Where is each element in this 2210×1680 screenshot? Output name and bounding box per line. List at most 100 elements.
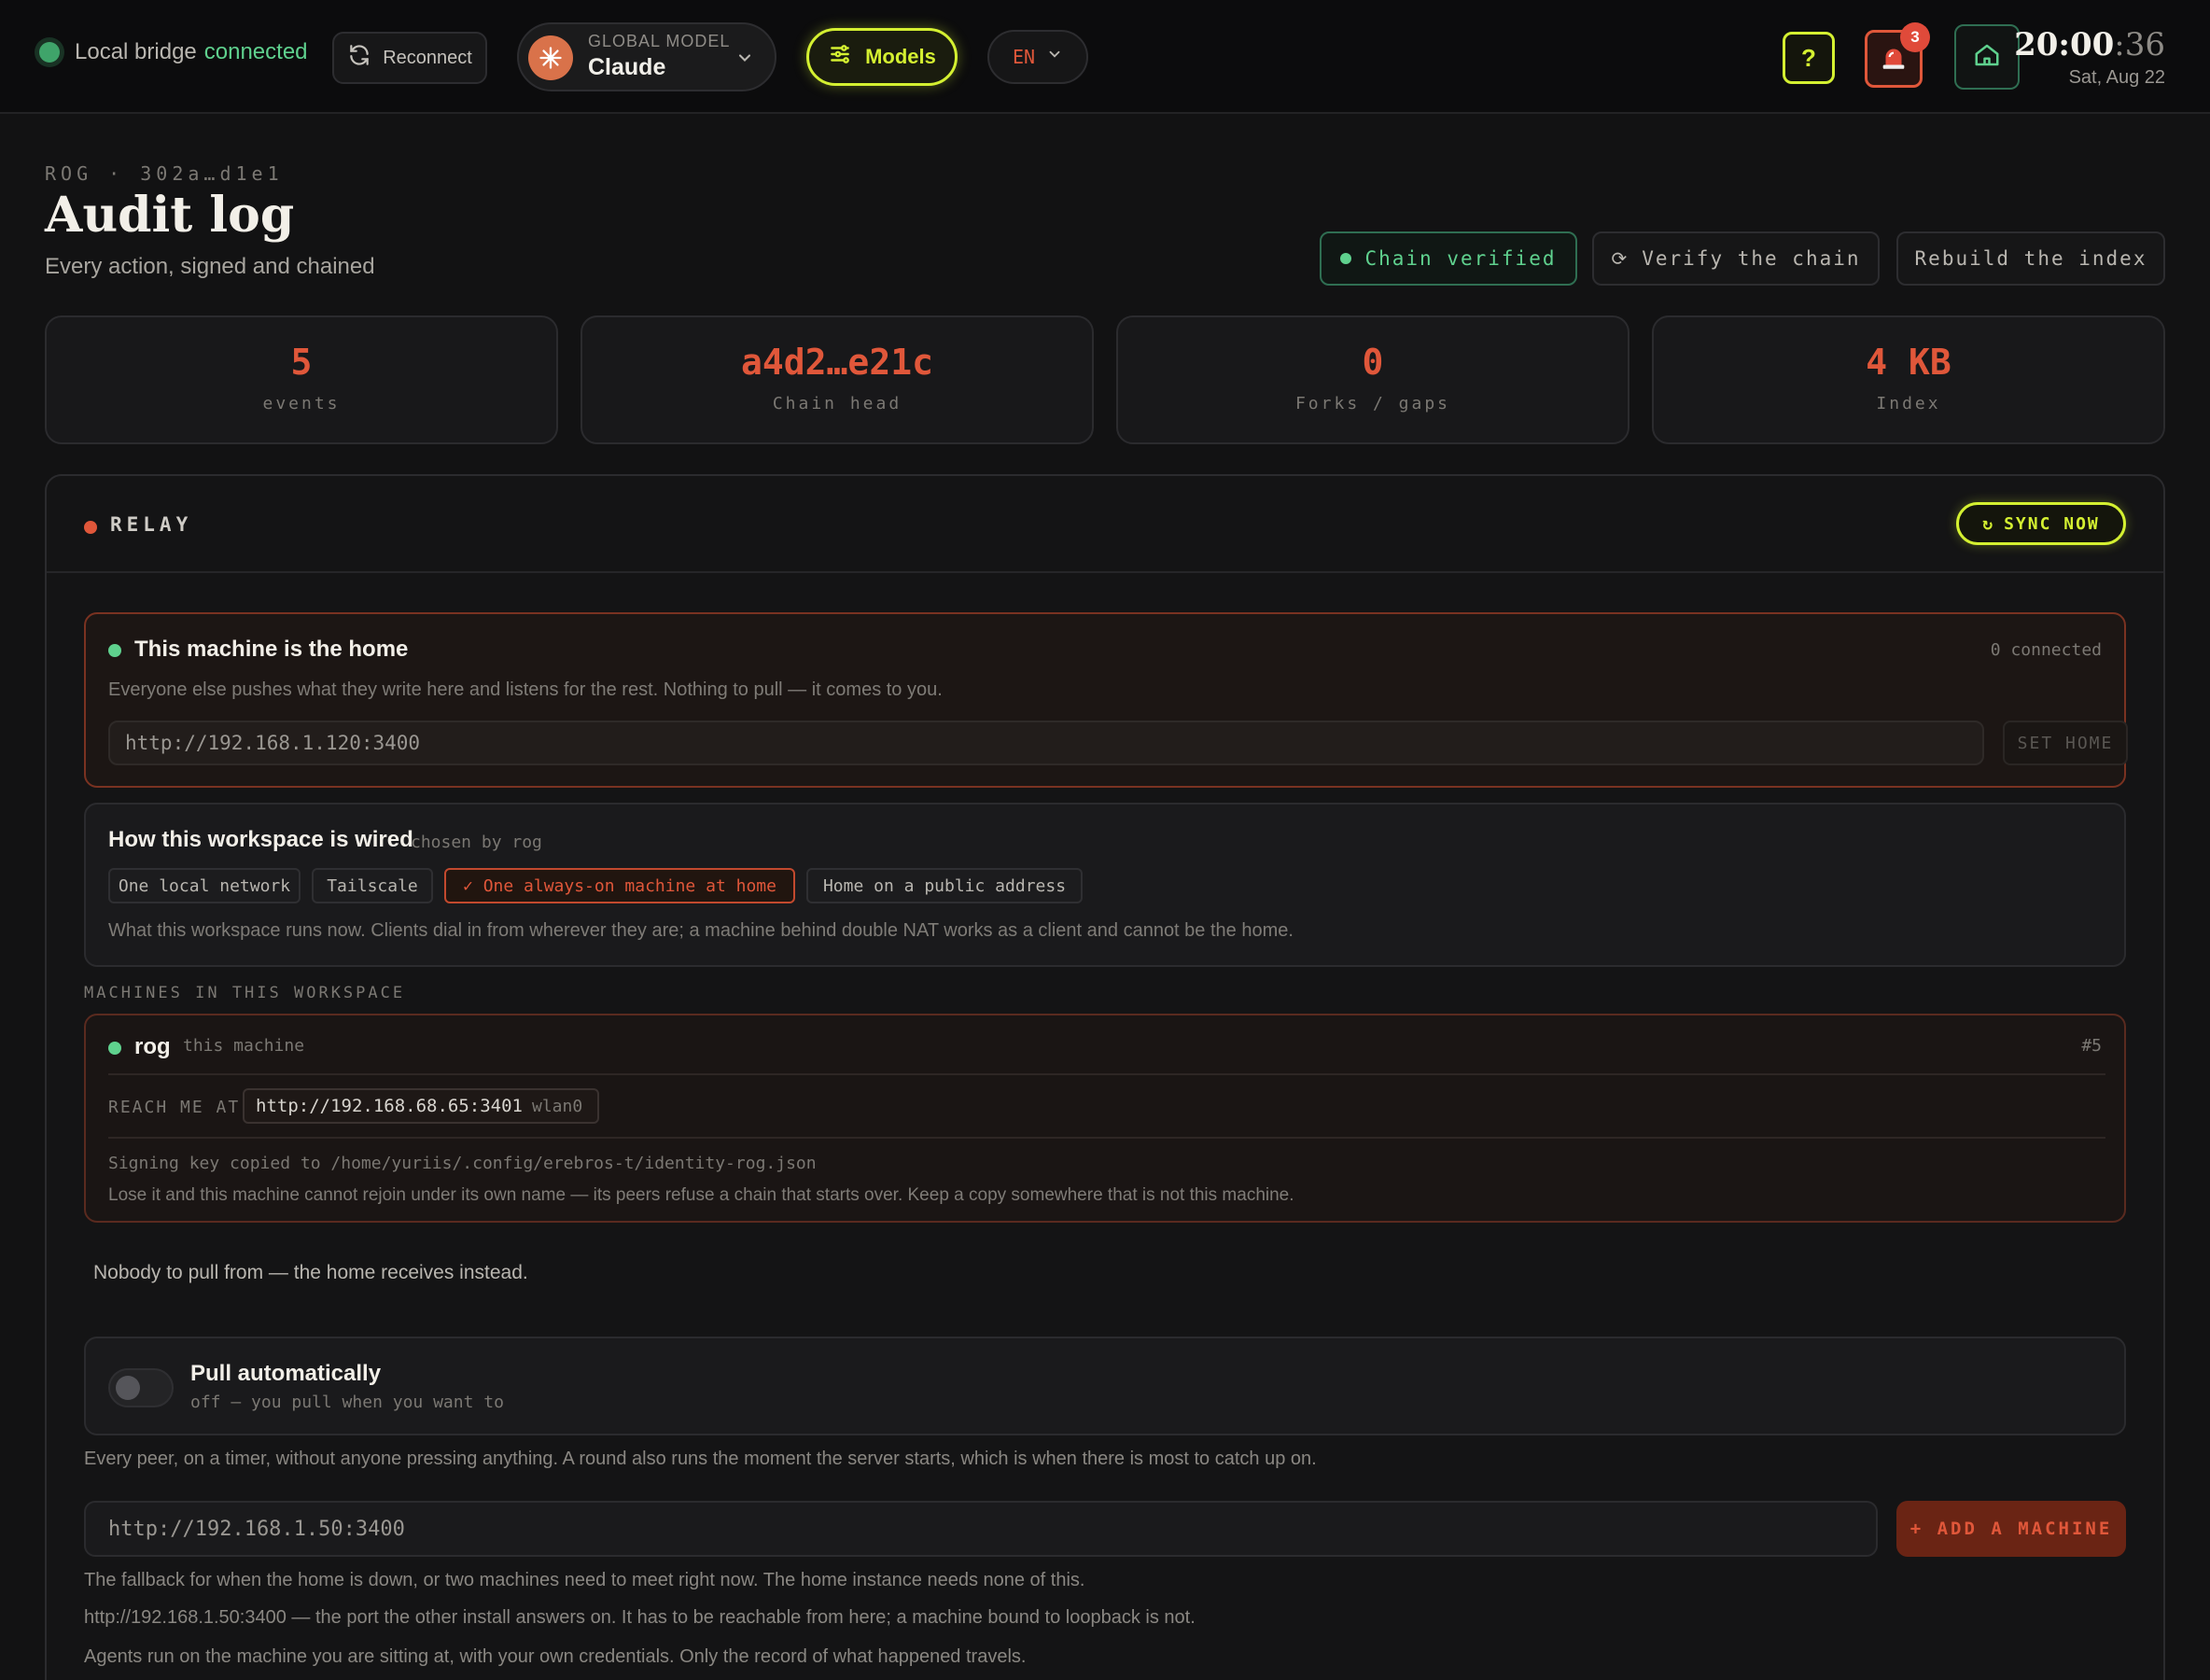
pull-title: Pull automatically [190,1361,382,1386]
verify-chain-button[interactable]: ⟳ Verify the chain [1592,231,1880,286]
reach-interface: wlan0 [531,1096,583,1116]
stat-value: a4d2…e21c [741,342,933,383]
divider [108,1137,2105,1139]
peer-url-input[interactable]: http://192.168.1.50:3400 [84,1501,1878,1557]
wiring-option-home-machine[interactable]: ✓ One always-on machine at home [444,868,795,903]
home-url-input[interactable]: http://192.168.1.120:3400 [108,721,1984,765]
toggle-knob [116,1376,140,1400]
relay-panel: RELAY ↻ SYNC NOW This machine is the hom… [45,474,2165,1680]
wiring-title: How this workspace is wired [108,827,413,852]
refresh-icon: ⟳ [1611,247,1630,270]
reach-label: REACH ME AT [108,1098,241,1117]
add-machine-button[interactable]: + ADD A MACHINE [1896,1501,2126,1557]
alert-count-badge: 3 [1900,22,1930,52]
home-description: Everyone else pushes what they write her… [108,679,943,700]
wiring-chosen-by: chosen by rog [411,833,542,852]
signing-key-note: Signing key copied to /home/yuriis/.conf… [108,1154,817,1173]
port-note: http://192.168.1.50:3400 — the port the … [84,1607,1196,1628]
stat-label: Index [1876,394,1941,413]
machine-card-rog: rog this machine #5 REACH ME AT http://1… [84,1014,2126,1223]
breadcrumb: ROG · 302a…d1e1 [45,162,284,185]
stat-value: 0 [1362,342,1384,383]
help-label: ? [1801,43,1816,72]
verify-chain-label: Verify the chain [1642,247,1861,270]
machines-section-label: MACHINES IN THIS WORKSPACE [84,984,406,1002]
stat-card-forks-gaps: 0 Forks / gaps [1116,315,1630,444]
pull-description: Every peer, on a timer, without anyone p… [84,1449,1317,1469]
wiring-description: What this workspace runs now. Clients di… [108,920,1294,941]
reconnect-label: Reconnect [383,47,472,68]
model-name: Claude [588,54,666,80]
wiring-option-public-address[interactable]: Home on a public address [806,868,1083,903]
set-home-button[interactable]: SET HOME [2003,721,2128,765]
bridge-status: Local bridge connected [39,39,308,65]
fallback-note: The fallback for when the home is down, … [84,1570,1085,1590]
clock-seconds: :36 [2114,26,2165,63]
machine-name: rog [134,1034,171,1059]
home-machine-card: This machine is the home 0 connected Eve… [84,612,2128,788]
clock-hours-minutes: 20:00 [2014,26,2115,63]
rebuild-index-button[interactable]: Rebuild the index [1896,231,2165,286]
relay-title: RELAY [110,513,193,536]
machine-status-dot [108,1042,121,1055]
connected-count: 0 connected [1990,640,2102,660]
pull-automatically-card: Pull automatically off — you pull when y… [84,1337,2126,1435]
refresh-icon [347,43,371,73]
machine-tag: this machine [183,1036,305,1056]
chain-verified-label: Chain verified [1364,247,1557,270]
pull-automatically-toggle[interactable] [108,1368,174,1407]
nobody-to-pull-note: Nobody to pull from — the home receives … [93,1262,528,1283]
stat-label: events [262,394,341,413]
relay-header: RELAY ↻ SYNC NOW [47,476,2163,573]
signing-key-warning: Lose it and this machine cannot rejoin u… [108,1185,1294,1205]
global-model-selector[interactable]: GLOBAL MODEL Claude [517,22,776,91]
models-button[interactable]: Models [806,28,958,86]
bridge-connected-text: connected [203,39,308,64]
verified-dot-icon [1340,253,1352,264]
sync-now-button[interactable]: ↻ SYNC NOW [1956,502,2126,545]
home-button[interactable] [1954,24,2020,90]
pull-state: off — you pull when you want to [190,1393,504,1412]
chevron-down-icon [735,49,754,72]
clock-time: 20:00:36 [2014,26,2165,63]
wiring-option-tailscale[interactable]: Tailscale [312,868,433,903]
language-code: EN [1012,46,1036,68]
stat-card-chain-head: a4d2…e21c Chain head [580,315,1094,444]
claude-logo-icon [528,35,573,80]
reach-address[interactable]: http://192.168.68.65:3401 wlan0 [243,1088,599,1124]
divider [108,1073,2105,1075]
page-subtitle: Every action, signed and chained [45,254,375,279]
help-button[interactable]: ? [1783,32,1835,84]
top-bar: Local bridge connected Reconnect GLOBAL … [0,0,2210,114]
refresh-icon: ↻ [1982,513,1995,534]
bridge-label: Local bridge [75,39,197,64]
stat-label: Forks / gaps [1294,394,1451,413]
reach-url: http://192.168.68.65:3401 [256,1096,523,1116]
relay-status-dot [84,521,97,534]
stat-value: 4 KB [1866,342,1951,383]
sliders-icon [828,42,852,72]
home-icon [1973,41,2001,74]
stat-card-index: 4 KB Index [1652,315,2165,444]
machine-id: #5 [2081,1036,2102,1056]
page-title: Audit log [45,187,295,244]
models-label: Models [865,45,936,68]
rebuild-index-label: Rebuild the index [1914,247,2147,270]
wiring-option-local-network[interactable]: One local network [108,868,301,903]
clock-date: Sat, Aug 22 [2068,67,2165,88]
sync-now-label: SYNC NOW [2004,513,2100,534]
agents-note: Agents run on the machine you are sittin… [84,1646,1027,1667]
model-caption: GLOBAL MODEL [588,32,731,50]
workspace-wiring-card: How this workspace is wired chosen by ro… [84,803,2126,967]
chain-verified-badge: Chain verified [1320,231,1577,286]
home-status-dot [108,644,121,657]
clock: 20:00:36 Sat, Aug 22 [2014,26,2165,89]
stat-label: Chain head [772,394,902,413]
home-card-title: This machine is the home [134,637,409,662]
stat-value: 5 [290,342,313,383]
bridge-status-dot [39,42,60,63]
chevron-down-icon [1046,46,1063,68]
stat-card-events: 5 events [45,315,558,444]
reconnect-button[interactable]: Reconnect [332,32,487,84]
language-selector[interactable]: EN [987,30,1088,84]
